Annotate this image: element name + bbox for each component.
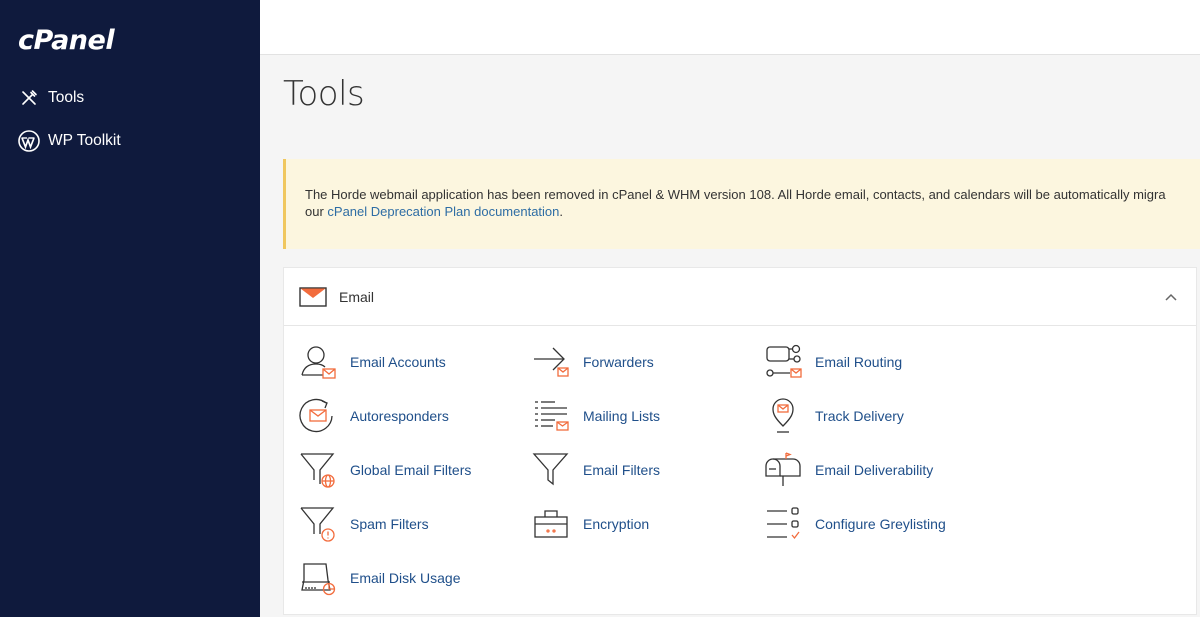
encryption-tool[interactable]: Encryption — [531, 504, 649, 544]
mailing-lists-tool[interactable]: Mailing Lists — [531, 396, 660, 436]
greylisting-icon — [763, 504, 803, 544]
forwarders-icon — [531, 342, 571, 382]
email-routing-tool[interactable]: Email Routing — [763, 342, 902, 382]
encryption-icon — [531, 504, 571, 544]
tool-label: Spam Filters — [350, 516, 429, 532]
tool-label: Configure Greylisting — [815, 516, 946, 532]
email-deliverability-tool[interactable]: Email Deliverability — [763, 450, 933, 490]
mailing-lists-icon — [531, 396, 571, 436]
envelope-icon — [299, 286, 327, 307]
notice-text-prefix: our — [305, 204, 328, 219]
spam-filters-tool[interactable]: Spam Filters — [298, 504, 429, 544]
tool-label: Email Accounts — [350, 354, 446, 370]
email-filters-tool[interactable]: Email Filters — [531, 450, 660, 490]
notice-text: The Horde webmail application has been r… — [305, 187, 1166, 202]
tool-label: Email Disk Usage — [350, 570, 461, 586]
forwarders-tool[interactable]: Forwarders — [531, 342, 654, 382]
sidebar-item-label: Tools — [48, 89, 85, 106]
tool-label: Global Email Filters — [350, 462, 472, 478]
configure-greylisting-tool[interactable]: Configure Greylisting — [763, 504, 946, 544]
email-disk-usage-tool[interactable]: Email Disk Usage — [298, 558, 460, 598]
autoresponders-tool[interactable]: Autoresponders — [298, 396, 449, 436]
tool-label: Email Filters — [583, 462, 661, 478]
deprecation-notice: The Horde webmail application has been r… — [283, 159, 1200, 249]
email-accounts-tool[interactable]: Email Accounts — [298, 342, 446, 382]
global-email-filters-tool[interactable]: Global Email Filters — [298, 450, 471, 490]
wordpress-icon — [18, 130, 40, 152]
tool-label: Encryption — [583, 516, 650, 532]
top-header — [260, 0, 1200, 55]
sidebar-item-wp-toolkit[interactable]: WP Toolkit — [18, 129, 121, 153]
autoresponders-icon — [298, 396, 338, 436]
email-accounts-icon — [298, 342, 338, 382]
email-disk-usage-icon — [298, 558, 338, 598]
tool-label: Email Deliverability — [815, 462, 934, 478]
email-filters-icon — [531, 450, 571, 490]
sidebar: cPanel Tools WP Toolkit — [0, 0, 260, 617]
track-delivery-tool[interactable]: Track Delivery — [763, 396, 904, 436]
tools-icon — [18, 87, 40, 109]
tool-label: Forwarders — [583, 354, 654, 370]
email-section-header[interactable]: Email — [284, 268, 1196, 326]
tool-label: Mailing Lists — [583, 408, 661, 424]
tool-label: Autoresponders — [350, 408, 449, 424]
email-routing-icon — [763, 342, 803, 382]
track-delivery-icon — [763, 396, 803, 436]
tool-label: Track Delivery — [815, 408, 904, 424]
chevron-up-icon[interactable] — [1164, 290, 1178, 304]
spam-filters-icon — [298, 504, 338, 544]
sidebar-item-label: WP Toolkit — [48, 132, 121, 149]
notice-text-suffix: . — [559, 204, 564, 219]
page-title: Tools — [283, 74, 365, 114]
tool-label: Email Routing — [815, 354, 903, 370]
global-email-filters-icon — [298, 450, 338, 490]
email-deliverability-icon — [763, 450, 803, 490]
sidebar-item-tools[interactable]: Tools — [18, 86, 84, 110]
email-section-title: Email — [339, 288, 375, 305]
deprecation-plan-link[interactable]: cPanel Deprecation Plan documentation — [327, 204, 559, 219]
cpanel-logo[interactable]: cPanel — [18, 25, 115, 56]
